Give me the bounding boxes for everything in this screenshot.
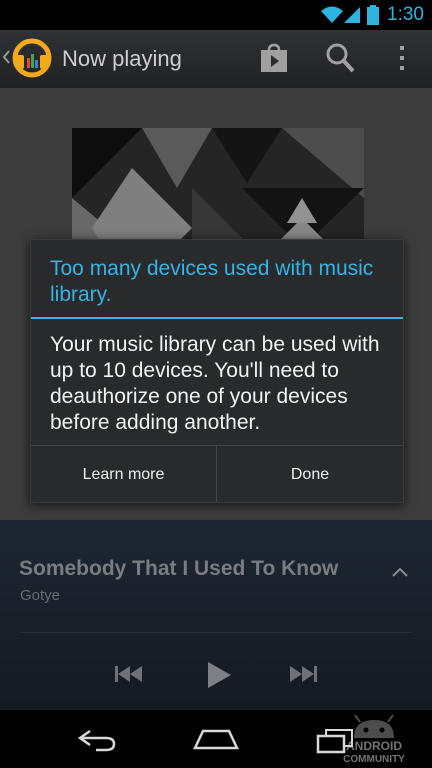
android-community-watermark: ANDROID COMMUNITY bbox=[343, 714, 405, 765]
panel-divider bbox=[20, 632, 412, 633]
chevron-up-icon[interactable] bbox=[390, 565, 410, 579]
search-icon[interactable] bbox=[325, 42, 355, 74]
wifi-icon bbox=[321, 6, 343, 23]
artist-name: Gotye bbox=[20, 587, 61, 604]
up-navigation-button[interactable] bbox=[0, 34, 58, 84]
action-bar: Now playing bbox=[0, 30, 432, 90]
dialog-title-divider bbox=[31, 317, 403, 319]
navigation-bar: ANDROID COMMUNITY bbox=[0, 710, 432, 768]
done-button[interactable]: Done bbox=[217, 446, 403, 503]
chevron-left-icon bbox=[2, 50, 10, 64]
home-icon[interactable] bbox=[193, 728, 239, 750]
battery-icon bbox=[367, 5, 379, 25]
learn-more-button[interactable]: Learn more bbox=[31, 446, 217, 503]
too-many-devices-dialog: Too many devices used with music library… bbox=[30, 239, 404, 503]
clock: 1:30 bbox=[387, 4, 424, 25]
page-title: Now playing bbox=[62, 46, 182, 71]
previous-track-icon[interactable] bbox=[114, 663, 146, 685]
now-playing-panel: Somebody That I Used To Know Gotye bbox=[0, 520, 432, 710]
svg-text:COMMUNITY: COMMUNITY bbox=[343, 754, 405, 765]
signal-icon bbox=[344, 7, 360, 23]
song-title: Somebody That I Used To Know bbox=[19, 557, 339, 580]
svg-text:ANDROID: ANDROID bbox=[346, 739, 402, 753]
dialog-button-bar: Learn more Done bbox=[31, 445, 403, 503]
play-music-app-icon bbox=[12, 38, 52, 78]
overflow-menu-icon[interactable] bbox=[394, 44, 410, 74]
back-icon[interactable] bbox=[76, 728, 118, 752]
play-icon[interactable] bbox=[205, 660, 233, 690]
dialog-message: Your music library can be used with up t… bbox=[50, 333, 380, 434]
shop-icon[interactable] bbox=[258, 42, 290, 74]
dialog-title: Too many devices used with music library… bbox=[50, 257, 374, 306]
next-track-icon[interactable] bbox=[286, 663, 318, 685]
status-bar: 1:30 bbox=[0, 0, 432, 30]
